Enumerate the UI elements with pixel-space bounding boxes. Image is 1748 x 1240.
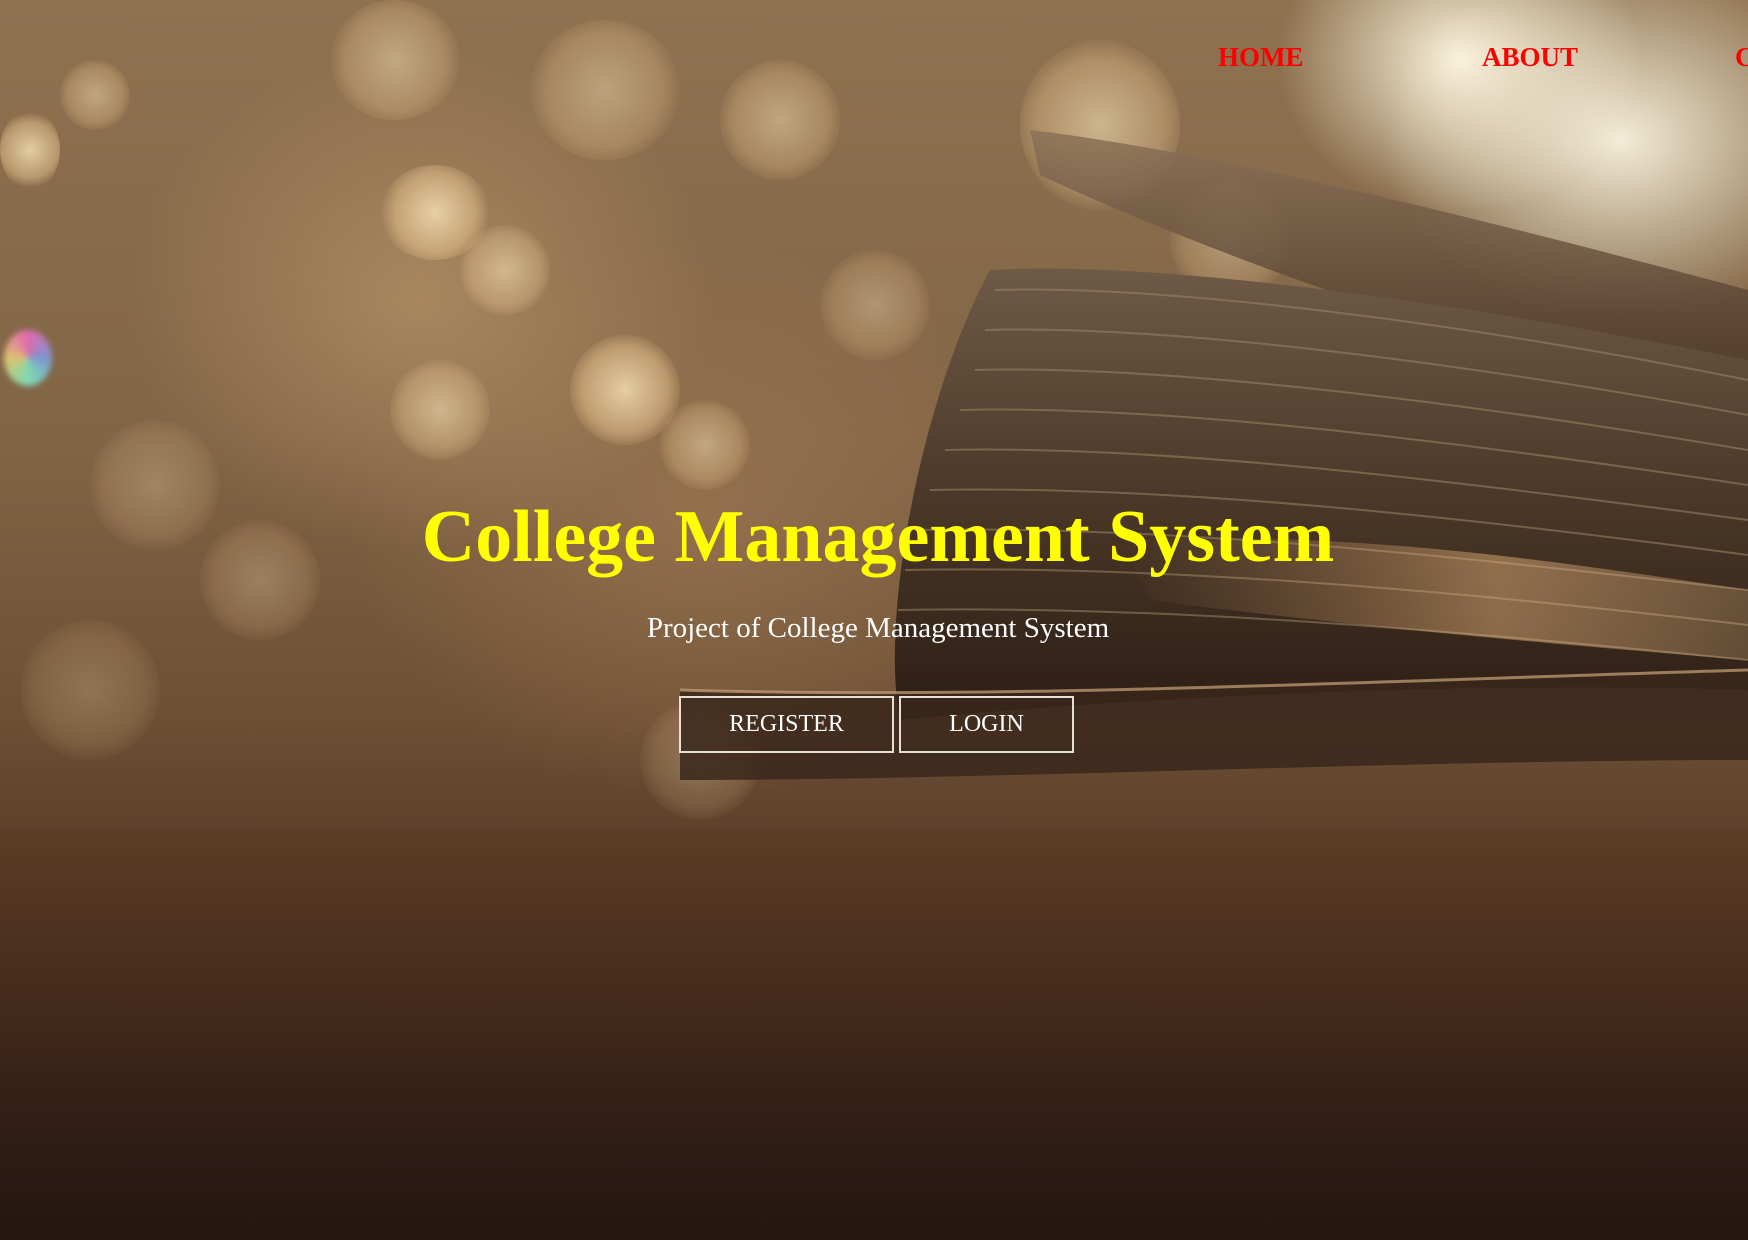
register-button[interactable]: REGISTER: [679, 696, 894, 753]
page-subtitle: Project of College Management System: [646, 612, 1110, 644]
page-title: College Management System: [421, 496, 1335, 578]
nav-about-link[interactable]: ABOUT: [1482, 42, 1578, 73]
nav-third-link[interactable]: C: [1735, 42, 1748, 73]
nav-home-link[interactable]: HOME: [1218, 42, 1304, 73]
table-surface: [0, 830, 1748, 1240]
page-viewport: HOME ABOUT C College Management System P…: [0, 0, 1748, 1240]
top-nav: HOME ABOUT C: [0, 42, 1748, 82]
login-button[interactable]: LOGIN: [899, 696, 1074, 753]
